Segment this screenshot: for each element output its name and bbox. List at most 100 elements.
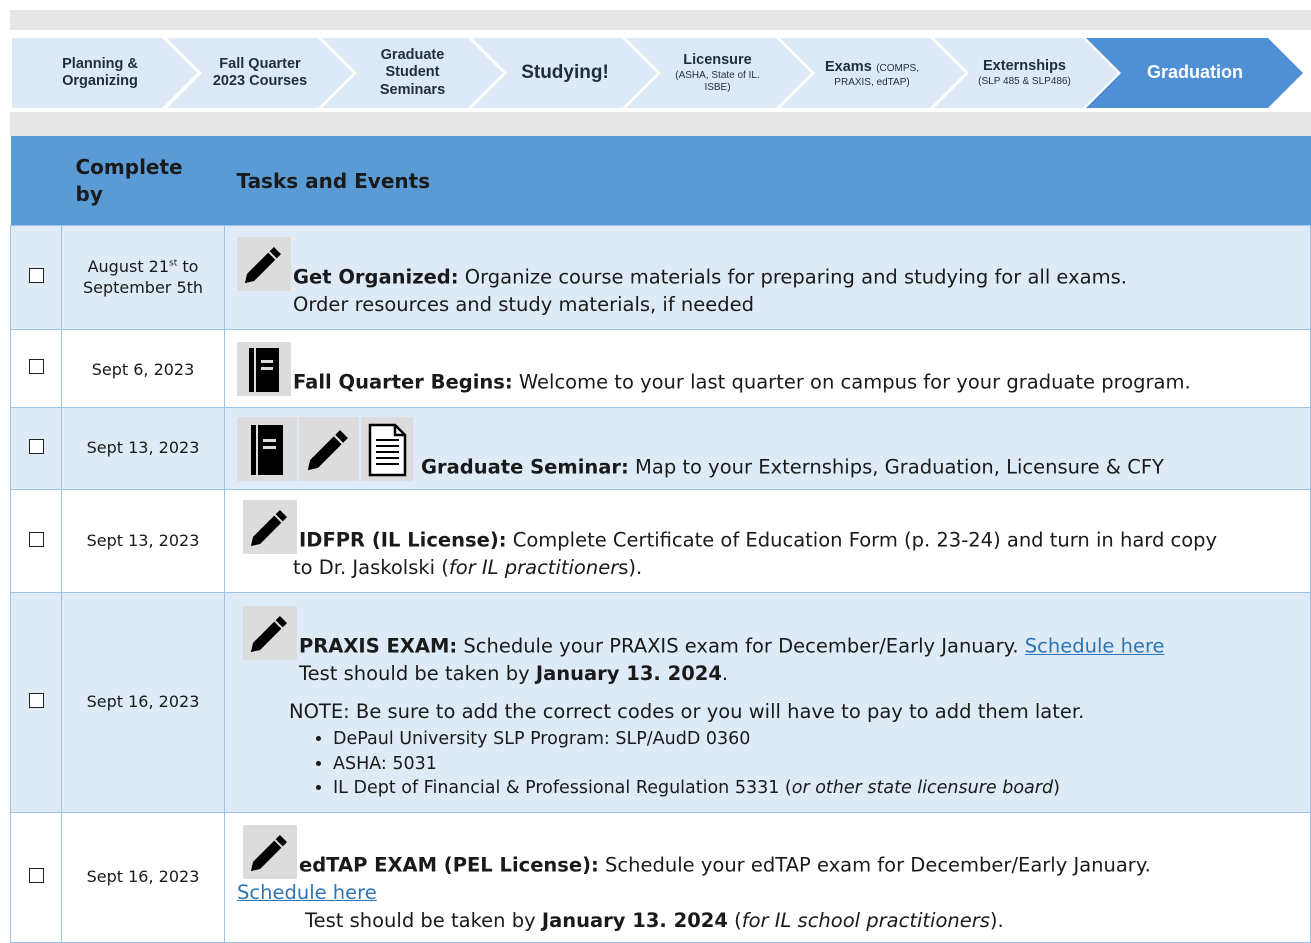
book-icon <box>237 341 291 396</box>
step-planning-line1: Planning & <box>62 55 138 72</box>
pencil-icon <box>243 606 297 661</box>
code3c: ) <box>1053 778 1060 799</box>
header-checkbox-col <box>10 136 62 226</box>
row6-text: Schedule your edTAP exam for December/Ea… <box>598 853 1151 877</box>
table-row: August 21st to September 5th Get Organize… <box>10 225 1311 330</box>
step-seminars-line2: Student <box>385 64 440 81</box>
step-planning: Planning & Organizing <box>40 38 160 108</box>
row1-date-c: September 5th <box>82 277 204 297</box>
checkbox-cell <box>10 489 62 593</box>
book-icon <box>237 416 297 481</box>
step-studying: Studying! <box>500 38 630 108</box>
row6-line2a: Test should be taken by <box>305 908 542 932</box>
row6-line2e: ). <box>989 908 1004 932</box>
checkbox-cell <box>10 225 62 330</box>
code3a: IL Dept of Financial & Professional Regu… <box>333 778 792 799</box>
step-exams-sub2: PRAXIS, edTAP) <box>834 76 910 88</box>
row4-text: Complete Certificate of Education Form (… <box>506 529 1218 553</box>
step-licensure-title: Licensure <box>683 52 752 69</box>
step-fall-quarter: Fall Quarter 2023 Courses <box>195 38 325 108</box>
row1-title: Get Organized: <box>293 265 459 289</box>
step-planning-line2: Organizing <box>62 73 138 89</box>
tasks-table: Complete by Tasks and Events August 21st… <box>10 136 1311 943</box>
row2-title: Fall Quarter Begins: <box>293 370 513 394</box>
row3-date: Sept 13, 2023 <box>86 438 200 457</box>
step-licensure: Licensure (ASHA, State of IL. ISBE) <box>655 38 780 108</box>
table-row: Sept 13, 2023 IDFPR (IL License): Comple… <box>10 489 1311 593</box>
checkbox-cell <box>10 592 62 813</box>
date-cell: Sept 13, 2023 <box>61 489 225 593</box>
task-cell: Graduate Seminar: Map to your Externship… <box>224 407 1311 490</box>
row4-text2a: to Dr. Jaskolski ( <box>293 556 449 580</box>
code3b: or other state licensure board <box>791 778 1054 799</box>
row3-text: Map to your Externships, Graduation, Lic… <box>628 455 1164 479</box>
task-cell: edTAP EXAM (PEL License): Schedule your … <box>224 812 1311 943</box>
checkbox-cell <box>10 812 62 943</box>
row1-text2: Order resources and study materials, if … <box>293 292 755 316</box>
header-complete-by-line1: Complete <box>75 154 183 179</box>
row6-line2d: for IL school practitioners <box>741 908 990 932</box>
task-cell: PRAXIS EXAM: Schedule your PRAXIS exam f… <box>224 592 1311 813</box>
task-checkbox[interactable] <box>28 439 44 454</box>
edtap-schedule-link[interactable]: Schedule here <box>237 881 377 904</box>
task-checkbox[interactable] <box>28 693 44 708</box>
step-seminars-line1: Graduate <box>380 46 445 63</box>
table-row: Sept 13, 2023 Graduate Seminar: Map to y… <box>10 407 1311 490</box>
table-header-row: Complete by Tasks and Events <box>10 136 1311 226</box>
task-checkbox[interactable] <box>28 359 44 374</box>
checkbox-cell <box>10 407 62 490</box>
task-checkbox[interactable] <box>28 868 44 883</box>
praxis-schedule-link[interactable]: Schedule here <box>1025 635 1165 658</box>
row6-title: edTAP EXAM (PEL License): <box>299 853 599 877</box>
step-exams: Exams (COMPS, PRAXIS, edTAP) <box>808 38 936 108</box>
table-row: Sept 16, 2023 PRAXIS EXAM: Schedule your… <box>10 592 1311 813</box>
step-fall-line1: Fall Quarter <box>219 55 301 72</box>
date-cell: Sept 16, 2023 <box>61 812 225 943</box>
step-exams-title: Exams <box>825 59 872 76</box>
row5-line2a: Test should be taken by <box>299 662 536 686</box>
step-externships-sub: (SLP 485 & SLP486) <box>978 75 1071 87</box>
row1-date-b: to <box>177 256 199 276</box>
row3-title: Graduate Seminar: <box>421 455 629 479</box>
table-row: Sept 16, 2023 edTAP EXAM (PEL License): … <box>10 812 1311 943</box>
row4-text2b: for IL practitioner <box>448 556 619 580</box>
header-tasks-label: Tasks and Events <box>236 168 431 193</box>
list-item: IL Dept of Financial & Professional Regu… <box>333 776 1310 801</box>
row2-text: Welcome to your last quarter on campus f… <box>512 370 1191 394</box>
date-cell: Sept 13, 2023 <box>61 407 225 490</box>
task-cell: Get Organized: Organize course materials… <box>224 225 1311 330</box>
steps-bottom-band <box>10 112 1311 136</box>
task-checkbox[interactable] <box>28 268 44 283</box>
row4-date: Sept 13, 2023 <box>86 530 200 550</box>
step-graduation-label: Graduation <box>1146 62 1243 83</box>
row6-date: Sept 16, 2023 <box>86 867 200 887</box>
step-exams-sub-inline: (COMPS, <box>876 63 919 75</box>
table-row: Sept 6, 2023 Fall Quarter Begins: Welcom… <box>10 329 1311 408</box>
row5-line2c: . <box>721 662 729 686</box>
pencil-icon <box>237 236 291 291</box>
step-fall-line2: 2023 Courses <box>212 73 308 89</box>
list-item: DePaul University SLP Program: SLP/AudD … <box>333 727 1310 752</box>
header-complete-by: Complete by <box>61 136 225 226</box>
step-graduation: Graduation <box>1120 38 1270 108</box>
list-item: ASHA: 5031 <box>333 752 1310 777</box>
row2-date: Sept 6, 2023 <box>91 360 195 379</box>
step-externships: Externships (SLP 485 & SLP486) <box>962 38 1087 108</box>
document-icon <box>361 416 413 481</box>
step-licensure-sub1: (ASHA, State of IL. <box>675 69 760 81</box>
row5-date: Sept 16, 2023 <box>86 692 200 712</box>
row1-text: Organize course materials for preparing … <box>458 265 1127 289</box>
header-tasks-events: Tasks and Events <box>224 136 1311 226</box>
row5-text: Schedule your PRAXIS exam for December/E… <box>457 635 1025 659</box>
row5-line2b: January 13. 2024 <box>535 662 722 686</box>
task-checkbox[interactable] <box>28 531 44 547</box>
pencil-icon <box>243 825 297 880</box>
step-seminars-line3: Seminars <box>379 81 446 98</box>
row5-note-block: NOTE: Be sure to add the correct codes o… <box>243 698 1310 801</box>
row6-line2c: ( <box>727 908 742 932</box>
task-cell: IDFPR (IL License): Complete Certificate… <box>224 489 1311 593</box>
row4-text2c: s). <box>618 556 643 580</box>
step-externships-title: Externships <box>983 58 1066 75</box>
date-cell: August 21st to September 5th <box>61 225 225 330</box>
row5-title: PRAXIS EXAM: <box>299 635 458 659</box>
